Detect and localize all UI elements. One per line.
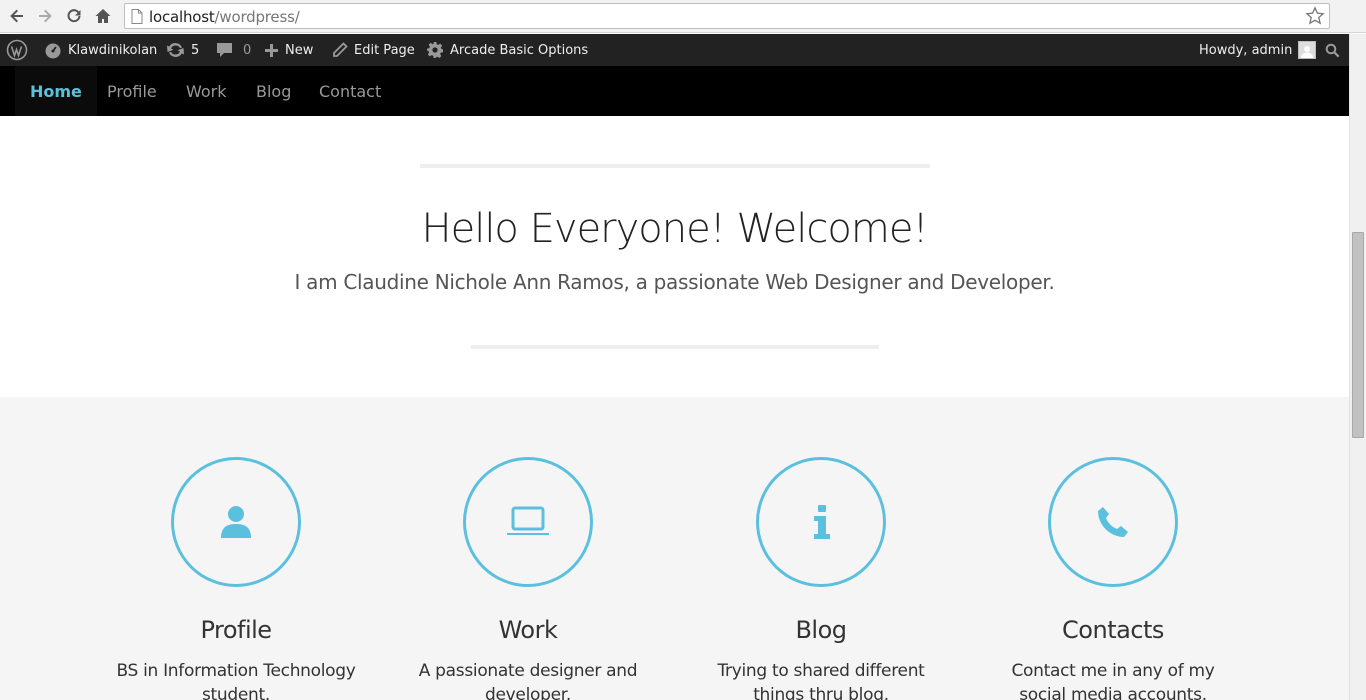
back-arrow-icon [10, 9, 23, 23]
edit-page-link[interactable]: Edit Page [332, 34, 415, 66]
feature-title: Blog [795, 616, 847, 644]
my-account-menu[interactable]: Howdy, admin [1199, 34, 1317, 66]
wordpress-logo-icon [6, 39, 28, 61]
info-icon [814, 505, 830, 539]
search-icon [1325, 43, 1340, 58]
wp-logo-menu[interactable] [6, 34, 28, 66]
arcade-options-label: Arcade Basic Options [450, 42, 589, 58]
gear-icon [426, 41, 444, 59]
pencil-icon [332, 42, 348, 58]
feature-title: Contacts [1062, 616, 1164, 644]
nav-item-profile[interactable]: Profile [92, 66, 172, 116]
url-text: localhost/wordpress/ [149, 8, 300, 26]
phone-icon [1098, 507, 1128, 537]
edit-page-label: Edit Page [354, 42, 415, 58]
site-navbar: Home Profile Work Blog Contact [0, 66, 1349, 116]
feature-icon-circle[interactable] [756, 457, 886, 587]
feature-title: Work [498, 616, 558, 644]
comment-bubble-icon [216, 42, 233, 58]
feature-icon-circle[interactable] [1048, 457, 1178, 587]
hero-divider-bottom [471, 345, 879, 349]
updates-count: 5 [191, 42, 200, 58]
feature-text: Contact me in any of my social media acc… [1011, 661, 1215, 700]
avatar [1298, 41, 1317, 59]
reload-button[interactable] [63, 5, 85, 27]
forward-button[interactable] [34, 5, 56, 27]
feature-icon-circle[interactable] [463, 457, 593, 587]
comments-menu[interactable]: 0 [216, 34, 251, 66]
new-label: New [285, 42, 314, 58]
page-scrollbar[interactable] [1349, 34, 1366, 700]
feature-icon-circle[interactable] [171, 457, 301, 587]
site-name-menu[interactable]: Klawdinikolan [44, 34, 157, 66]
home-button[interactable] [92, 5, 114, 27]
url-host: localhost [149, 8, 215, 26]
user-icon [221, 506, 251, 538]
forward-arrow-icon [39, 9, 52, 23]
feature-text: BS in Information Technology student. [116, 661, 356, 700]
page-icon [131, 9, 143, 24]
nav-item-blog[interactable]: Blog [241, 66, 306, 116]
wp-admin-bar: Klawdinikolan 5 0 New Edit Page Arcade B… [0, 34, 1366, 66]
updates-icon [166, 41, 185, 59]
comments-count: 0 [243, 42, 252, 58]
new-content-menu[interactable]: New [264, 34, 313, 66]
url-path: /wordpress/ [214, 8, 300, 26]
plus-icon [264, 43, 279, 58]
hero-title: Hello Everyone! Welcome! [421, 206, 929, 252]
browser-toolbar: localhost/wordpress/ [0, 0, 1366, 33]
feature-text: A passionate designer and developer. [418, 661, 638, 700]
howdy-label: Howdy, admin [1199, 42, 1293, 58]
home-icon [95, 9, 111, 23]
admin-search-button[interactable] [1325, 34, 1340, 66]
hero-divider-top [420, 164, 930, 168]
hero-section: Hello Everyone! Welcome! I am Claudine N… [0, 116, 1349, 397]
address-bar[interactable]: localhost/wordpress/ [124, 3, 1330, 29]
arcade-options-link[interactable]: Arcade Basic Options [426, 34, 588, 66]
feature-text: Trying to shared different things thru b… [717, 661, 925, 700]
site-name: Klawdinikolan [68, 42, 158, 58]
feature-title: Profile [200, 616, 272, 644]
features-section: Profile BS in Information Technology stu… [0, 397, 1349, 700]
updates-menu[interactable]: 5 [166, 34, 199, 66]
back-button[interactable] [6, 5, 28, 27]
reload-icon [67, 9, 81, 23]
scrollbar-thumb[interactable] [1352, 232, 1364, 438]
hero-subtitle: I am Claudine Nichole Ann Ramos, a passi… [294, 270, 1055, 294]
laptop-icon [507, 506, 549, 535]
dashboard-icon [44, 41, 62, 59]
bookmark-star-icon[interactable] [1305, 6, 1325, 26]
nav-item-home[interactable]: Home [15, 66, 97, 116]
nav-item-contact[interactable]: Contact [304, 66, 396, 116]
nav-item-work[interactable]: Work [171, 66, 242, 116]
